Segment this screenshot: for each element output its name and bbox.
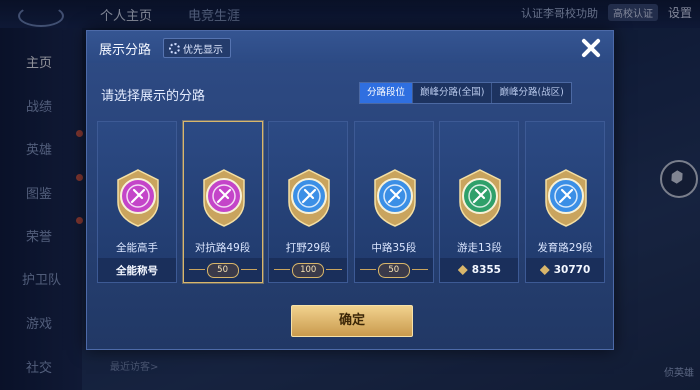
score-value: 30770 bbox=[553, 264, 591, 276]
gear-icon bbox=[169, 42, 180, 54]
segment-tabs: 分路段位 巅峰分路(全国) 巅峰分路(战区) bbox=[359, 82, 572, 104]
lane-card[interactable]: 打野29段 100 bbox=[268, 121, 349, 283]
priority-display-button[interactable]: 优先显示 bbox=[163, 38, 231, 58]
roam-emblem bbox=[454, 168, 506, 228]
lane-card-footer: 50 bbox=[183, 258, 262, 282]
tab-peak-lane-region[interactable]: 巅峰分路(战区) bbox=[491, 83, 570, 103]
title-text: 全能称号 bbox=[116, 264, 158, 277]
score-value: 8355 bbox=[471, 264, 501, 276]
level-badge: 50 bbox=[188, 262, 257, 278]
all-round-emblem bbox=[112, 168, 164, 228]
score-icon bbox=[539, 265, 550, 275]
select-lane-prompt: 请选择展示的分路 bbox=[101, 89, 206, 104]
lane-card-label: 发育路29段 bbox=[537, 242, 593, 254]
dialog-title: 展示分路 bbox=[99, 43, 152, 58]
clash-lane-emblem bbox=[198, 168, 250, 228]
lane-card-footer: 100 bbox=[269, 258, 348, 282]
lane-card-footer: 30770 bbox=[526, 258, 604, 282]
tab-peak-lane-national[interactable]: 巅峰分路(全国) bbox=[412, 83, 491, 103]
lane-card-label: 中路35段 bbox=[371, 242, 417, 254]
lane-card-list: 全能高手 全能称号 对抗路49段 50 打野29段 100 中路35段 50 游走13段 8355… bbox=[97, 121, 605, 283]
level-badge: 100 bbox=[274, 262, 343, 278]
lane-card-footer: 8355 bbox=[440, 258, 519, 282]
lane-card-footer: 全能称号 bbox=[98, 258, 176, 282]
dialog-header: 展示分路 优先显示 bbox=[87, 31, 613, 63]
lane-card-label: 对抗路49段 bbox=[194, 242, 251, 254]
lane-card[interactable]: 全能高手 全能称号 bbox=[97, 121, 177, 283]
farm-lane-emblem bbox=[540, 168, 592, 228]
lane-card[interactable]: 发育路29段 30770 bbox=[525, 121, 605, 283]
close-icon[interactable] bbox=[577, 35, 603, 61]
lane-card-label: 全能高手 bbox=[116, 242, 158, 254]
lane-card[interactable]: 对抗路49段 50 bbox=[182, 121, 263, 283]
lane-card[interactable]: 中路35段 50 bbox=[353, 121, 434, 283]
confirm-button[interactable]: 确定 bbox=[291, 305, 413, 337]
jungle-emblem bbox=[283, 168, 335, 228]
lane-card-label: 游走13段 bbox=[456, 242, 502, 254]
mid-lane-emblem bbox=[369, 168, 421, 228]
score-icon bbox=[457, 265, 468, 275]
priority-display-label: 优先显示 bbox=[183, 44, 223, 56]
level-badge: 50 bbox=[359, 262, 428, 278]
lane-card-label: 打野29段 bbox=[285, 242, 331, 254]
lane-card[interactable]: 游走13段 8355 bbox=[439, 121, 520, 283]
tab-lane-rank[interactable]: 分路段位 bbox=[360, 83, 413, 103]
lane-card-footer: 50 bbox=[354, 258, 433, 282]
display-lane-dialog: 展示分路 优先显示 请选择展示的分路 分路段位 巅峰分路(全国) 巅峰分路(战区… bbox=[86, 30, 614, 350]
